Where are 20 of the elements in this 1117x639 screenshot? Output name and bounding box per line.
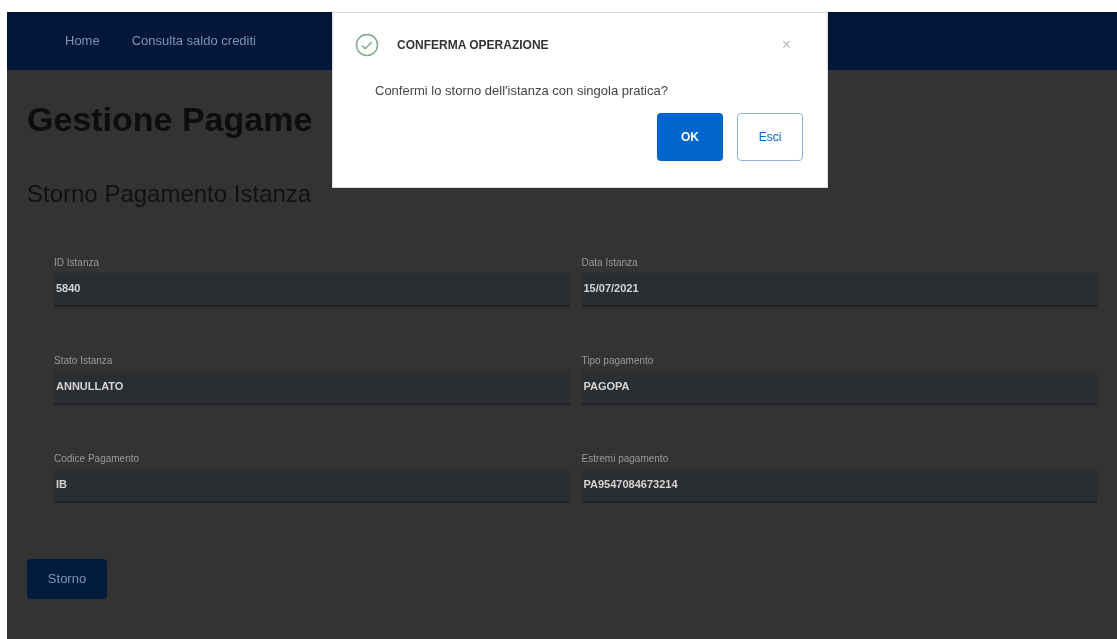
dialog-button[interactable]: OK <box>657 112 723 161</box>
dialog-message: Confermi lo storno dell'istanza con singola pratica? <box>375 82 669 100</box>
field-label: Data Istanza <box>581 255 638 270</box>
input-field[interactable]: 15/07/2021 <box>581 272 1097 307</box>
field-label: ID Istanza <box>54 255 100 270</box>
field-label: Tipo pagamento <box>581 353 654 368</box>
check-circle-icon <box>355 33 379 57</box>
field-label: Codice Pagamento <box>54 451 140 466</box>
field-label: Estremi pagamento <box>581 451 669 466</box>
nav-link[interactable]: Consulta saldo crediti <box>131 31 256 51</box>
input-field[interactable]: 5840 <box>54 272 570 307</box>
dialog-button[interactable]: Esci <box>737 112 803 161</box>
input-field[interactable]: IB <box>54 468 570 503</box>
dialog-title: CONFERMA OPERAZIONE <box>397 37 549 54</box>
nav-link[interactable]: Home <box>65 31 100 51</box>
input-field[interactable]: ANNULLATO <box>54 370 570 405</box>
input-field[interactable]: PA9547084673214 <box>581 468 1097 503</box>
field-label: Stato Istanza <box>54 353 113 368</box>
input-field[interactable]: PAGOPA <box>581 370 1097 405</box>
storno-button[interactable]: Storno <box>27 558 107 599</box>
